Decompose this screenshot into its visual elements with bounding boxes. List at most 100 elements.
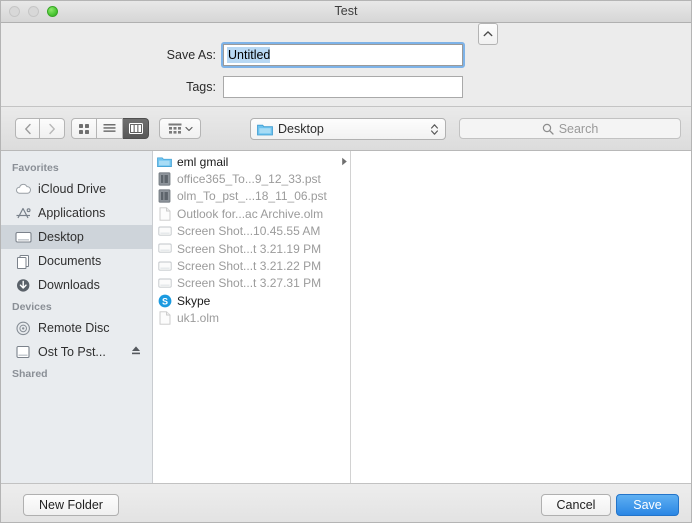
save-as-field-wrap: Untitled bbox=[221, 42, 465, 68]
document-icon bbox=[157, 311, 172, 326]
sidebar-item-applications[interactable]: Applications bbox=[1, 201, 152, 225]
list-item[interactable]: eml gmail bbox=[153, 153, 350, 170]
folder-icon bbox=[157, 154, 172, 169]
list-item-label: eml gmail bbox=[177, 154, 229, 169]
save-as-input[interactable]: Untitled bbox=[223, 44, 463, 66]
sidebar-item-label: Documents bbox=[38, 254, 102, 268]
list-item[interactable]: olm_To_pst_...18_11_06.pst bbox=[153, 188, 350, 205]
toolbar: Desktop Search bbox=[1, 107, 691, 151]
save-button[interactable]: Save bbox=[616, 494, 679, 516]
path-popup-stepper bbox=[430, 123, 439, 136]
save-as-value: Untitled bbox=[227, 47, 271, 63]
collapse-panel-button[interactable] bbox=[478, 23, 498, 45]
up-down-chevron-icon bbox=[431, 123, 438, 135]
list-item[interactable]: Screen Shot...t 3.27.31 PM bbox=[153, 275, 350, 292]
path-popup-label: Desktop bbox=[278, 122, 324, 136]
list-view-button[interactable] bbox=[97, 118, 123, 139]
icon-view-button[interactable] bbox=[71, 118, 97, 139]
list-item-label: Screen Shot...10.45.55 AM bbox=[177, 224, 321, 239]
cloud-icon bbox=[15, 181, 32, 198]
downloads-icon bbox=[15, 277, 32, 294]
sidebar-item-desktop[interactable]: Desktop bbox=[1, 225, 152, 249]
documents-icon bbox=[15, 253, 32, 270]
column-view-button[interactable] bbox=[123, 118, 149, 139]
screenshot-icon bbox=[157, 276, 172, 291]
sidebar-item-label: Remote Disc bbox=[38, 321, 110, 335]
save-as-row: Save As: Untitled bbox=[1, 42, 691, 68]
list-item[interactable]: uk1.olm bbox=[153, 310, 350, 327]
path-popup-button[interactable]: Desktop bbox=[250, 118, 446, 140]
list-item-label: office365_To...9_12_33.pst bbox=[177, 172, 321, 187]
view-mode-group bbox=[71, 118, 149, 139]
search-placeholder: Search bbox=[558, 121, 599, 136]
name-panel: Save As: Untitled Tags: bbox=[1, 23, 691, 107]
pst-icon bbox=[157, 189, 172, 204]
sidebar-item-label: Downloads bbox=[38, 278, 100, 292]
list-item-label: Outlook for...ac Archive.olm bbox=[177, 206, 324, 221]
file-column: eml gmail office365_To...9_12_33.pst olm… bbox=[153, 151, 351, 483]
sidebar: Favorites iCloud Drive Applications Desk… bbox=[1, 151, 153, 483]
drive-icon bbox=[15, 344, 32, 361]
screenshot-icon bbox=[157, 259, 172, 274]
file-browser: Favorites iCloud Drive Applications Desk… bbox=[1, 151, 691, 484]
list-icon bbox=[103, 124, 116, 132]
list-item-label: olm_To_pst_...18_11_06.pst bbox=[177, 189, 327, 204]
save-dialog-window: Test Save As: Untitled Tags: Desktop Sea… bbox=[0, 0, 692, 523]
sidebar-item-label: Applications bbox=[38, 206, 106, 220]
columns-icon bbox=[128, 123, 143, 134]
sidebar-item-downloads[interactable]: Downloads bbox=[1, 273, 152, 297]
sidebar-section-shared-title: Shared bbox=[12, 368, 48, 380]
chevron-right-icon bbox=[49, 123, 55, 134]
search-field[interactable]: Search bbox=[459, 118, 681, 139]
sidebar-item-icloud-drive[interactable]: iCloud Drive bbox=[1, 177, 152, 201]
tags-label: Tags: bbox=[186, 80, 216, 94]
arrange-button[interactable] bbox=[159, 118, 201, 139]
search-icon bbox=[542, 123, 554, 135]
sidebar-item-documents[interactable]: Documents bbox=[1, 249, 152, 273]
sidebar-section-devices-title: Devices bbox=[12, 301, 52, 313]
sidebar-section-favorites-title: Favorites bbox=[12, 162, 59, 174]
back-button[interactable] bbox=[15, 118, 40, 139]
folder-icon bbox=[257, 124, 273, 135]
list-item[interactable]: Screen Shot...t 3.21.22 PM bbox=[153, 257, 350, 274]
sidebar-item-label: Ost To Pst... bbox=[38, 345, 106, 359]
sidebar-item-label: Desktop bbox=[38, 230, 84, 244]
title-bar: Test bbox=[1, 1, 691, 23]
svg-text:S: S bbox=[161, 296, 167, 306]
forward-button[interactable] bbox=[40, 118, 65, 139]
list-item[interactable]: office365_To...9_12_33.pst bbox=[153, 170, 350, 187]
document-icon bbox=[157, 206, 172, 221]
sidebar-item-remote-disc[interactable]: Remote Disc bbox=[1, 316, 152, 340]
tags-row: Tags: bbox=[1, 76, 691, 98]
list-item[interactable]: S Skype bbox=[153, 292, 350, 309]
chevron-down-icon bbox=[184, 126, 193, 131]
grid-icon bbox=[79, 123, 89, 134]
save-as-label: Save As: bbox=[166, 48, 216, 62]
list-item[interactable]: Screen Shot...10.45.55 AM bbox=[153, 223, 350, 240]
arrange-icon bbox=[168, 123, 181, 134]
sidebar-item-ost-to-pst[interactable]: Ost To Pst... bbox=[1, 340, 152, 364]
navigation-group bbox=[15, 118, 65, 139]
disc-icon bbox=[15, 320, 32, 337]
list-item[interactable]: Outlook for...ac Archive.olm bbox=[153, 205, 350, 222]
bottom-bar: New Folder Cancel Save bbox=[1, 484, 691, 522]
cancel-button[interactable]: Cancel bbox=[541, 494, 611, 516]
preview-column bbox=[351, 151, 691, 483]
window-title: Test bbox=[334, 4, 358, 18]
pst-icon bbox=[157, 172, 172, 187]
disclosure-triangle-icon[interactable] bbox=[338, 157, 350, 166]
applications-icon bbox=[15, 205, 32, 222]
chevron-up-icon bbox=[483, 31, 493, 37]
list-item-label: Screen Shot...t 3.21.19 PM bbox=[177, 241, 322, 256]
desktop-icon bbox=[15, 229, 32, 246]
list-item-label: Skype bbox=[177, 293, 211, 308]
list-item[interactable]: Screen Shot...t 3.21.19 PM bbox=[153, 240, 350, 257]
new-folder-button[interactable]: New Folder bbox=[23, 494, 119, 516]
sidebar-item-label: iCloud Drive bbox=[38, 182, 107, 196]
tags-input[interactable] bbox=[223, 76, 463, 98]
eject-icon[interactable] bbox=[131, 345, 141, 359]
chevron-left-icon bbox=[24, 123, 31, 134]
screenshot-icon bbox=[157, 224, 172, 239]
list-item-label: uk1.olm bbox=[177, 311, 220, 326]
list-item-label: Screen Shot...t 3.21.22 PM bbox=[177, 259, 322, 274]
